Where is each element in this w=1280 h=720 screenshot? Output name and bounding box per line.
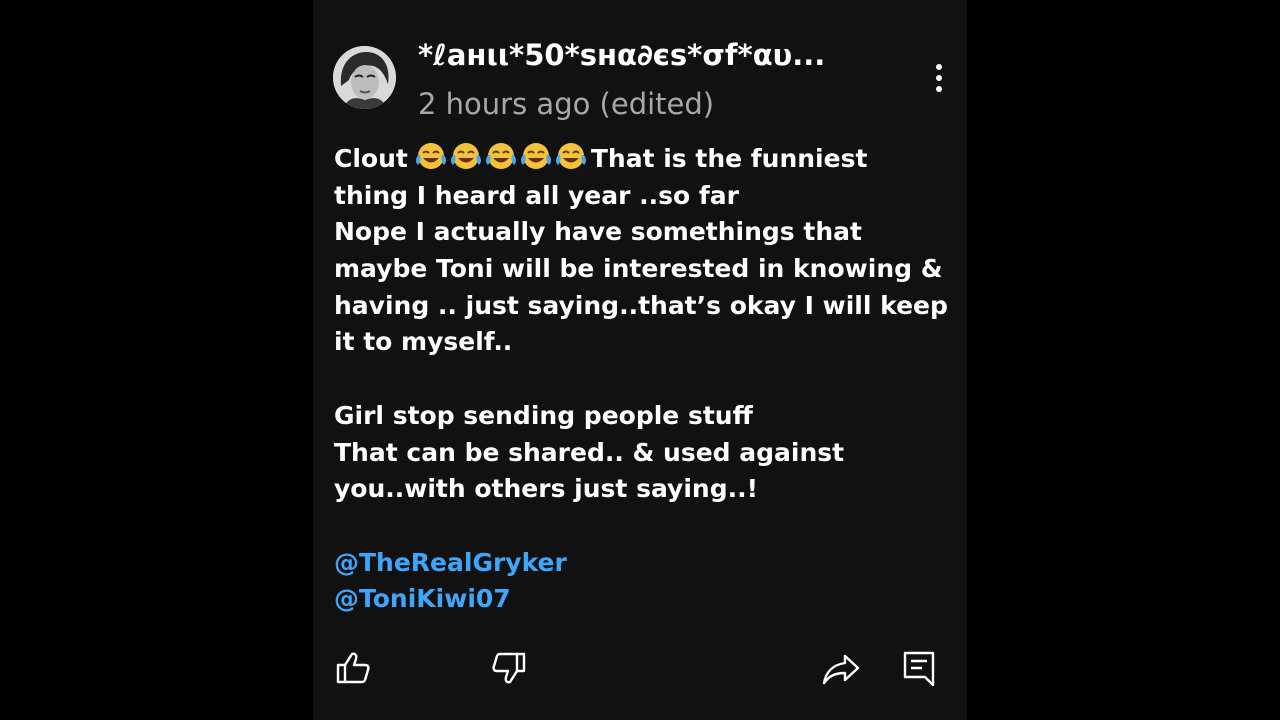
comment-line: maybe Toni will be interested in knowing… [334,254,943,284]
share-button[interactable] [821,648,861,688]
face-with-tears-of-joy-icon [415,143,446,169]
comment-body: Clout That is the funniest thing I heard … [334,141,948,618]
comment-line: thing I heard all year ..so far [334,180,739,210]
comment-line: Nope I actually have somethings that [334,217,862,247]
face-with-tears-of-joy-icon [485,143,516,169]
more-vert-icon [936,64,942,92]
reply-button[interactable] [900,648,940,688]
comment-author[interactable]: *ℓанιι*50*ѕнα∂єѕ*σf*αυ... [418,35,898,75]
comment-line: That can be shared.. & used against [334,437,845,467]
face-with-tears-of-joy-icon [450,143,481,169]
reply-comment-icon [903,651,935,687]
thumbs-up-icon [336,652,370,684]
comment-line: it to myself.. [334,327,513,357]
thumbs-down-icon [492,652,526,684]
comment-text: Clout [334,144,408,173]
face-with-tears-of-joy-icon [520,143,551,169]
comment-timestamp: 2 hours ago (edited) [418,87,715,121]
comment-line: Girl stop sending people stuff [334,400,753,430]
comment-line: having .. just saying..that’s okay I wil… [334,290,948,320]
laughing-emoji-group [414,141,589,182]
comment-text: That is the funniest [590,144,868,173]
share-icon [822,654,860,685]
comment-line: Clout That is the funniest [334,141,944,178]
dislike-button[interactable] [488,648,528,688]
more-options-button[interactable] [924,60,954,96]
mention-link[interactable]: @TheRealGryker [334,545,944,582]
face-with-tears-of-joy-icon [555,143,586,169]
avatar[interactable] [333,46,396,109]
comment-line: you..with others just saying..! [334,474,759,504]
like-button[interactable] [334,648,374,688]
mention-link[interactable]: @ToniKiwi07 [334,581,944,618]
